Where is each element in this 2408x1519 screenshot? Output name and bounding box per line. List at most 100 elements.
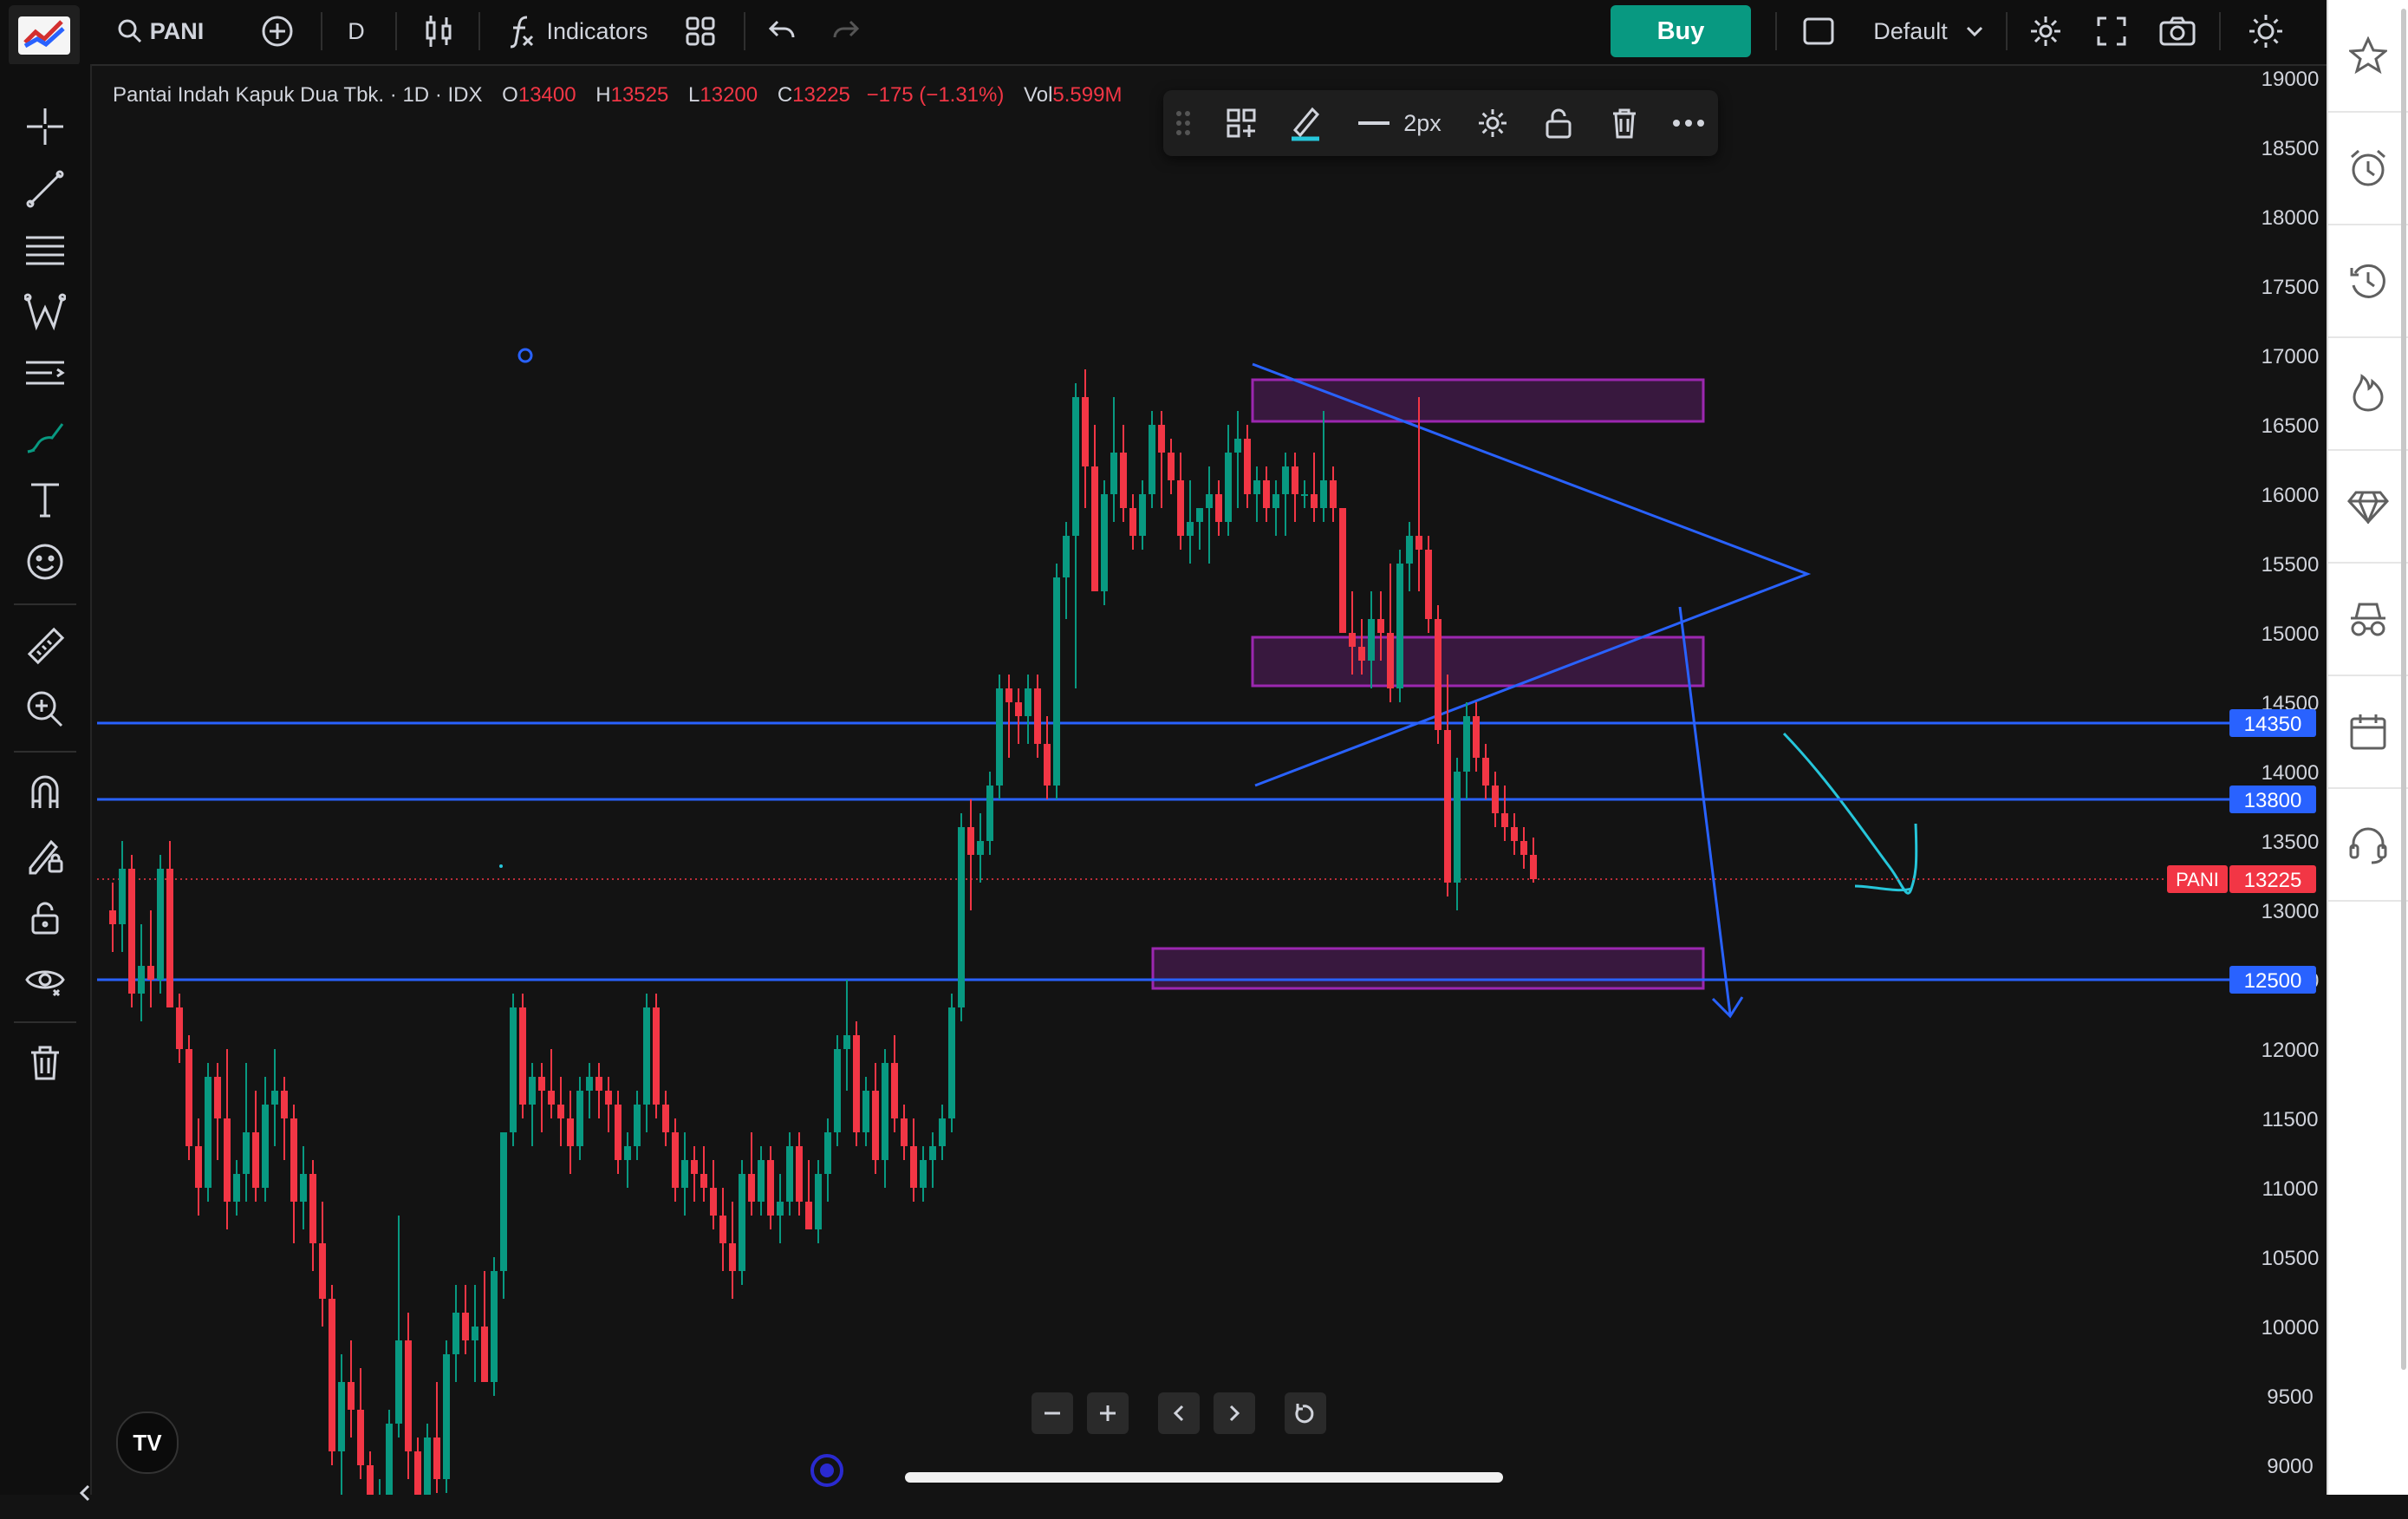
candle-body (128, 869, 135, 994)
undo-button[interactable] (756, 0, 808, 62)
star-icon[interactable] (2328, 0, 2408, 113)
undo-icon (768, 20, 795, 38)
candle-body (529, 1077, 536, 1105)
brush-icon[interactable] (19, 411, 71, 463)
lock-drawing-icon[interactable] (19, 829, 71, 881)
layout-name: Default (1873, 17, 1948, 44)
legend-exchange: IDX (447, 83, 483, 107)
fullscreen-button[interactable] (2086, 0, 2138, 62)
layouts-button[interactable] (674, 0, 726, 62)
fire-icon[interactable] (2328, 338, 2408, 451)
candle-body (1129, 508, 1136, 536)
redo-button[interactable] (820, 0, 872, 62)
redo-icon (833, 20, 860, 38)
candle-body (233, 1174, 240, 1202)
history-icon[interactable] (2328, 225, 2408, 338)
candle-body (595, 1077, 602, 1091)
legend-close-value: 13225 (792, 83, 850, 107)
fib-icon[interactable] (19, 225, 71, 277)
indicators-button[interactable]: Indicators (499, 0, 655, 62)
candle-body (643, 1007, 650, 1105)
text-icon[interactable] (19, 473, 71, 525)
magnet-icon[interactable] (19, 766, 71, 818)
zoom-in-button[interactable] (1087, 1392, 1129, 1434)
candle (653, 994, 660, 1118)
snapshot-button[interactable] (2150, 0, 2205, 62)
price-chart[interactable]: 1950019000185001800017500170001650016000… (0, 0, 2327, 1495)
chart-type-button[interactable] (413, 0, 465, 62)
candle-body (1387, 633, 1394, 688)
calendar-icon[interactable] (2328, 676, 2408, 789)
zoom-out-button[interactable] (1032, 1392, 1073, 1434)
candle-body (329, 1299, 335, 1451)
collapse-sidebar-icon[interactable] (78, 1467, 92, 1519)
emoji-icon[interactable] (19, 536, 71, 588)
breakdown-zone-box[interactable] (1251, 636, 1705, 688)
tradingview-logo-icon[interactable]: TV (116, 1411, 179, 1474)
delete-drawing-icon[interactable] (1598, 90, 1650, 156)
ruler-icon[interactable] (19, 621, 71, 673)
app-logo-icon[interactable] (9, 5, 80, 66)
line-width-selector[interactable]: 2px (1347, 90, 1451, 156)
pattern-icon[interactable] (19, 286, 71, 338)
candle-body (1282, 466, 1289, 494)
trash-icon[interactable] (19, 1037, 71, 1089)
home-indicator[interactable] (905, 1472, 1503, 1483)
legend-high-value: 13525 (610, 83, 669, 107)
support-icon[interactable] (2328, 789, 2408, 902)
candle-body (1006, 688, 1012, 702)
legend-dot: · (389, 83, 403, 107)
candle-body (605, 1091, 612, 1105)
diamond-icon[interactable] (2328, 451, 2408, 564)
candle-body (796, 1146, 803, 1202)
interval-button[interactable]: D (335, 0, 378, 62)
price-tick-label: 15000 (2262, 623, 2320, 646)
candle-body (1520, 841, 1527, 855)
templates-icon[interactable] (1215, 90, 1267, 156)
supply-zone-box[interactable] (1251, 378, 1705, 423)
eye-icon[interactable] (19, 954, 71, 1006)
forecast-icon[interactable] (19, 349, 71, 401)
candle-body (672, 1132, 679, 1188)
buy-button[interactable]: Buy (1611, 5, 1751, 57)
trend-line-icon[interactable] (19, 163, 71, 215)
gear-icon (2031, 16, 2060, 46)
candle-body (1091, 466, 1098, 591)
layout-select[interactable]: Default (1855, 0, 2002, 62)
lock-icon[interactable] (19, 891, 71, 943)
candle-body (414, 1451, 421, 1495)
drag-handle-icon[interactable] (1170, 90, 1196, 156)
more-icon[interactable] (1663, 90, 1715, 156)
scroll-left-button[interactable] (1158, 1392, 1200, 1434)
candle-body (1215, 494, 1222, 522)
demand-zone-box[interactable] (1151, 947, 1705, 990)
candle-body (1053, 577, 1060, 786)
line-color-icon[interactable] (1279, 90, 1331, 156)
compare-symbol-button[interactable] (251, 0, 303, 62)
candle-body (710, 1188, 717, 1216)
chart-area[interactable]: 1950019000185001800017500170001650016000… (0, 0, 2327, 1495)
alarm-icon[interactable] (2328, 113, 2408, 225)
price-tick-label: 16000 (2262, 484, 2320, 507)
chart-settings-button[interactable] (2020, 0, 2072, 62)
candle (1339, 508, 1346, 633)
layout-toggle-button[interactable] (1793, 0, 1845, 62)
unlock-icon[interactable] (1533, 90, 1585, 156)
theme-toggle-button[interactable] (2238, 0, 2294, 62)
zoom-in-icon[interactable] (19, 683, 71, 735)
spy-icon[interactable] (2328, 564, 2408, 676)
scroll-right-button[interactable] (1214, 1392, 1255, 1434)
legend-name[interactable]: Pantai Indah Kapuk Dua Tbk. (113, 83, 384, 107)
symbol-badge-label: PANI (2176, 869, 2219, 890)
candle-body (1149, 425, 1155, 494)
crosshair-icon[interactable] (19, 101, 71, 153)
symbol-search-button[interactable]: PANI (104, 0, 217, 62)
candle (739, 1160, 745, 1285)
candle-body (1072, 397, 1079, 536)
settings-icon[interactable] (1467, 90, 1519, 156)
scrollbar[interactable] (2401, 9, 2406, 1370)
candle-body (357, 1410, 364, 1465)
screen-record-icon (810, 1454, 843, 1487)
candle (329, 1285, 335, 1465)
reset-chart-button[interactable] (1285, 1392, 1326, 1434)
